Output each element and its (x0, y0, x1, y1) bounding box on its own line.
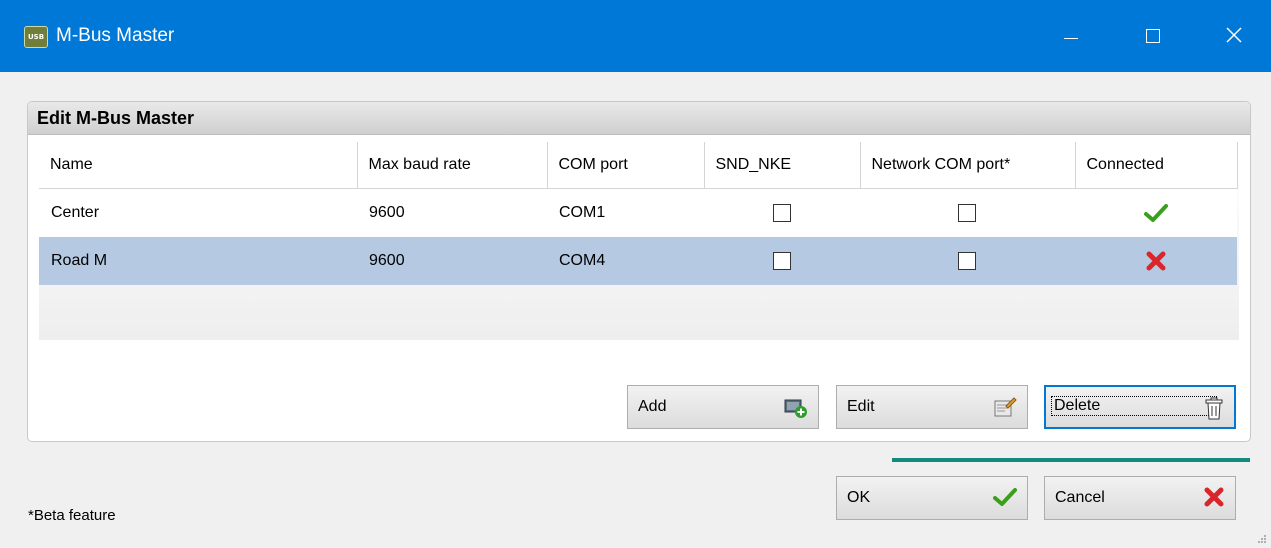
trash-icon (1205, 397, 1223, 420)
cell-baud: 9600 (357, 237, 547, 285)
column-header-snd-nke[interactable]: SND_NKE (704, 142, 861, 189)
cancel-button-label: Cancel (1055, 489, 1105, 506)
beta-footnote: *Beta feature (28, 507, 116, 524)
green-check-icon (993, 488, 1017, 506)
cell-connected (1075, 237, 1237, 285)
green-check-icon (1143, 204, 1168, 222)
column-header-baud[interactable]: Max baud rate (357, 142, 548, 189)
ok-button[interactable]: OK (836, 476, 1028, 520)
delete-button-label: Delete (1051, 396, 1217, 416)
column-header-name[interactable]: Name (39, 142, 358, 189)
column-header-connected[interactable]: Connected (1075, 142, 1238, 189)
cell-com-port: COM1 (547, 188, 704, 237)
usb-app-icon: USB (24, 26, 48, 48)
cell-network-com-port (860, 237, 1075, 285)
master-grid[interactable]: Name Max baud rate COM port SND_NKE Netw… (39, 142, 1239, 340)
grid-header-row: Name Max baud rate COM port SND_NKE Netw… (39, 142, 1238, 189)
red-x-icon (1146, 251, 1165, 271)
column-header-network-com-port[interactable]: Network COM port* (860, 142, 1076, 189)
add-button-label: Add (638, 398, 667, 415)
cell-baud: 9600 (357, 188, 547, 237)
cell-snd-nke (704, 237, 860, 285)
cell-com-port: COM4 (547, 237, 704, 285)
cell-name: Road M (39, 237, 357, 285)
column-header-com-port[interactable]: COM port (547, 142, 705, 189)
cell-connected (1075, 188, 1237, 237)
cancel-button[interactable]: Cancel (1044, 476, 1236, 520)
delete-button[interactable]: Delete (1044, 385, 1236, 429)
maximize-button[interactable] (1122, 16, 1182, 56)
minimize-button[interactable] (1040, 16, 1100, 56)
snd-nke-checkbox[interactable] (772, 251, 791, 270)
red-x-icon (1204, 487, 1224, 507)
table-row[interactable]: Road M 9600 COM4 (39, 237, 1237, 285)
cell-name: Center (39, 188, 357, 237)
network-com-port-checkbox[interactable] (958, 251, 976, 270)
add-button[interactable]: Add (627, 385, 819, 429)
snd-nke-checkbox[interactable] (772, 203, 791, 222)
ok-button-label: OK (847, 489, 871, 506)
cell-network-com-port (860, 188, 1075, 237)
add-device-icon (784, 399, 807, 418)
window-title: M-Bus Master (56, 25, 175, 46)
resize-grip-icon[interactable] (1257, 534, 1267, 544)
cell-snd-nke (704, 188, 860, 237)
edit-document-icon (994, 397, 1017, 417)
network-com-port-checkbox[interactable] (958, 203, 976, 222)
close-button[interactable] (1204, 16, 1264, 56)
close-icon (1226, 27, 1242, 43)
title-bar: USB M-Bus Master (0, 0, 1271, 72)
progress-bar (892, 458, 1250, 462)
edit-button[interactable]: Edit (836, 385, 1028, 429)
panel-title: Edit M-Bus Master (28, 102, 1250, 135)
master-table: Name Max baud rate COM port SND_NKE Netw… (39, 142, 1238, 285)
edit-button-label: Edit (847, 398, 875, 415)
table-row[interactable]: Center 9600 COM1 (39, 188, 1237, 237)
